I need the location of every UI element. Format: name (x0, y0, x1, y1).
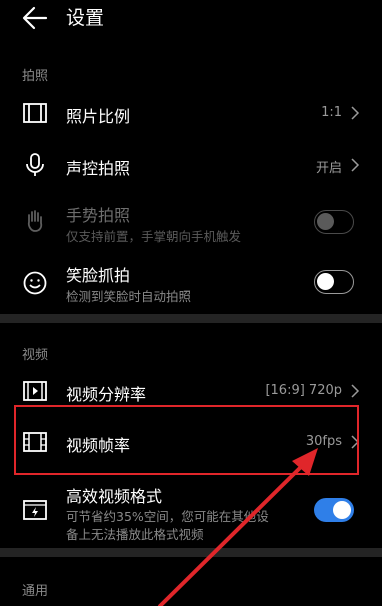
arrow-left-icon[interactable] (20, 4, 50, 32)
setting-voice-shot[interactable]: 声控拍照 开启 (0, 144, 382, 186)
gesture-shot-toggle (314, 210, 354, 234)
section-divider (0, 548, 382, 557)
section-label-video: 视频 (22, 348, 49, 363)
setting-title: 手势拍照 (66, 206, 131, 225)
setting-efficient-video-format[interactable]: 高效视频格式 可节省约35%空间，您可能在其他设 备上无法播放此格式视频 (0, 482, 382, 544)
setting-value: 1:1 (321, 105, 342, 120)
setting-value: 开启 (315, 161, 342, 176)
setting-title: 笑脸抓拍 (66, 266, 131, 285)
annotation-highlight-box (14, 405, 359, 475)
setting-title: 声控拍照 (66, 159, 131, 178)
header: 设置 (0, 0, 382, 44)
setting-description: 仅支持前置，手掌朝向手机触发 (66, 229, 242, 244)
setting-title: 照片比例 (66, 107, 131, 126)
smile-face-icon (23, 271, 47, 295)
setting-smile-capture[interactable]: 笑脸抓拍 检测到笑脸时自动拍照 (0, 258, 382, 310)
section-divider (0, 314, 382, 323)
efficient-format-icon (23, 500, 47, 520)
setting-photo-ratio[interactable]: 照片比例 1:1 (0, 92, 382, 134)
efficient-format-toggle[interactable] (314, 498, 354, 522)
gesture-hand-icon (27, 210, 43, 232)
setting-description-line1: 可节省约35%空间，您可能在其他设 (66, 509, 269, 524)
chevron-right-icon (351, 384, 360, 398)
chevron-right-icon (351, 158, 360, 172)
setting-title: 视频分辨率 (66, 385, 147, 404)
page-title: 设置 (66, 7, 105, 29)
smile-capture-toggle[interactable] (314, 270, 354, 294)
setting-title: 高效视频格式 (66, 487, 163, 506)
video-resolution-icon (23, 381, 47, 401)
setting-gesture-shot: 手势拍照 仅支持前置，手掌朝向手机触发 (0, 198, 382, 250)
setting-value: [16:9] 720p (265, 383, 342, 398)
chevron-right-icon (351, 106, 360, 120)
setting-description: 检测到笑脸时自动拍照 (66, 289, 192, 304)
setting-description-line2: 备上无法播放此格式视频 (66, 527, 204, 542)
microphone-icon (26, 153, 44, 176)
aspect-ratio-icon (23, 103, 47, 123)
section-label-photo: 拍照 (22, 69, 49, 84)
section-label-general: 通用 (22, 584, 49, 599)
